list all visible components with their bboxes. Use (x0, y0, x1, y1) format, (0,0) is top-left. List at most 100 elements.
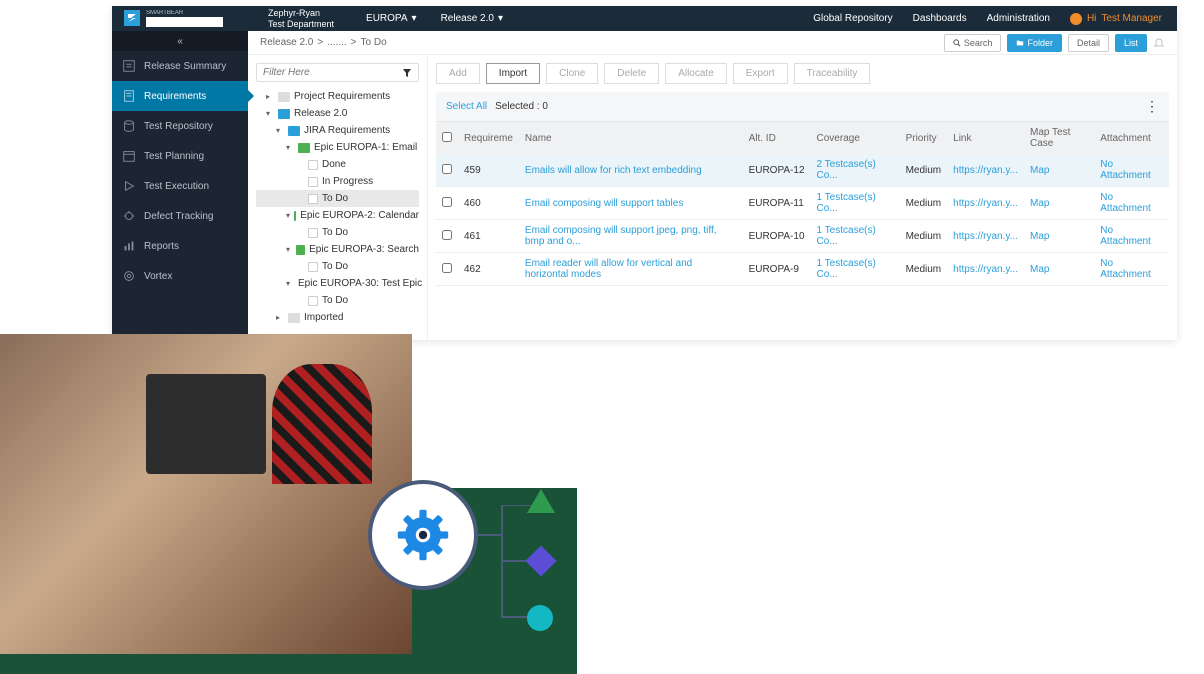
project-dropdown[interactable]: EUROPA ▾ (354, 13, 429, 24)
sidebar-item-vortex[interactable]: Vortex (112, 261, 248, 291)
brand-main: Zephyr Enterprise (146, 17, 223, 27)
cell-name[interactable]: Email composing will support tables (519, 187, 743, 220)
tree-node-project-requirements[interactable]: ▸Project Requirements (256, 88, 419, 105)
sidebar-item-label: Defect Tracking (144, 211, 213, 222)
list-button[interactable]: List (1115, 34, 1147, 52)
detail-button[interactable]: Detail (1068, 34, 1109, 52)
administration-link[interactable]: Administration (987, 13, 1050, 24)
cell-attachment[interactable]: No Attachment (1094, 253, 1169, 286)
col-name[interactable]: Name (519, 122, 743, 154)
col-attachment[interactable]: Attachment (1094, 122, 1169, 154)
col-coverage[interactable]: Coverage (811, 122, 900, 154)
cell-link[interactable]: https://ryan.y... (947, 187, 1024, 220)
cell-coverage[interactable]: 1 Testcase(s) Co... (811, 187, 900, 220)
row-checkbox[interactable] (442, 230, 452, 240)
col-priority[interactable]: Priority (900, 122, 948, 154)
tree-node-epic-30[interactable]: ▾Epic EUROPA-30: Test Epic (256, 275, 419, 292)
add-button[interactable]: Add (436, 63, 480, 84)
dashboards-link[interactable]: Dashboards (913, 13, 967, 24)
header: SMARTBEAR Zephyr Enterprise Zephyr-Ryan … (112, 6, 1177, 31)
table-row[interactable]: 462 Email reader will allow for vertical… (436, 253, 1169, 286)
user-menu[interactable]: Hi Test Manager (1070, 13, 1162, 25)
sidebar-item-release-summary[interactable]: Release Summary (112, 51, 248, 81)
col-requirement[interactable]: Requireme (458, 122, 519, 154)
tree-node-done[interactable]: Done (256, 156, 419, 173)
allocate-button[interactable]: Allocate (665, 63, 727, 84)
row-checkbox[interactable] (442, 164, 452, 174)
filter-input[interactable] (256, 63, 419, 82)
sidebar-collapse[interactable]: « (112, 31, 248, 51)
cell-link[interactable]: https://ryan.y... (947, 154, 1024, 187)
cell-priority: Medium (900, 154, 948, 187)
cell-coverage[interactable]: 1 Testcase(s) Co... (811, 253, 900, 286)
sidebar-item-test-execution[interactable]: Test Execution (112, 171, 248, 201)
more-icon[interactable]: ⋮ (1145, 98, 1159, 115)
cell-attachment[interactable]: No Attachment (1094, 220, 1169, 253)
col-link[interactable]: Link (947, 122, 1024, 154)
folder-button[interactable]: Folder (1007, 34, 1062, 52)
tree-node-to-do[interactable]: To Do (256, 224, 419, 241)
sidebar-item-defect-tracking[interactable]: Defect Tracking (112, 201, 248, 231)
table-row[interactable]: 459 Emails will allow for rich text embe… (436, 154, 1169, 187)
search-button[interactable]: Search (944, 34, 1002, 52)
col-alt-id[interactable]: Alt. ID (743, 122, 811, 154)
cell-id: 460 (458, 187, 519, 220)
cell-map[interactable]: Map (1024, 154, 1094, 187)
select-all-checkbox[interactable] (442, 132, 452, 142)
bell-icon[interactable] (1153, 37, 1165, 49)
sidebar-item-label: Requirements (144, 91, 206, 102)
col-map[interactable]: Map Test Case (1024, 122, 1094, 154)
tree-node-imported[interactable]: ▸Imported (256, 309, 419, 326)
department: Zephyr-Ryan Test Department (248, 8, 354, 30)
cell-attachment[interactable]: No Attachment (1094, 187, 1169, 220)
release-dropdown[interactable]: Release 2.0 ▾ (429, 13, 515, 24)
cell-alt: EUROPA-10 (743, 220, 811, 253)
cell-link[interactable]: https://ryan.y... (947, 253, 1024, 286)
sidebar-item-reports[interactable]: Reports (112, 231, 248, 261)
tree-node-epic-1[interactable]: ▾Epic EUROPA-1: Email (256, 139, 419, 156)
tree-node-epic-2[interactable]: ▾Epic EUROPA-2: Calendar (256, 207, 419, 224)
delete-button[interactable]: Delete (604, 63, 659, 84)
connector-lines (478, 505, 566, 625)
filter-icon (402, 68, 412, 78)
tree-node-release[interactable]: ▾Release 2.0 (256, 105, 419, 122)
cell-map[interactable]: Map (1024, 187, 1094, 220)
cell-map[interactable]: Map (1024, 220, 1094, 253)
select-all-link[interactable]: Select All (446, 101, 487, 112)
cell-coverage[interactable]: 2 Testcase(s) Co... (811, 154, 900, 187)
sidebar-item-test-repository[interactable]: Test Repository (112, 111, 248, 141)
gear-badge (368, 480, 478, 590)
cell-name[interactable]: Email reader will allow for vertical and… (519, 253, 743, 286)
tree-node-to-do[interactable]: To Do (256, 258, 419, 275)
cell-coverage[interactable]: 1 Testcase(s) Co... (811, 220, 900, 253)
breadcrumb-item[interactable]: Release 2.0 (260, 37, 313, 48)
user-avatar-icon (1070, 13, 1082, 25)
cell-link[interactable]: https://ryan.y... (947, 220, 1024, 253)
cell-attachment[interactable]: No Attachment (1094, 154, 1169, 187)
cell-name[interactable]: Email composing will support jpeg, png, … (519, 220, 743, 253)
global-repository-link[interactable]: Global Repository (813, 13, 892, 24)
breadcrumb-item[interactable]: ....... (327, 37, 346, 48)
traceability-button[interactable]: Traceability (794, 63, 871, 84)
sidebar: « Release Summary Requirements Test Repo… (112, 31, 248, 340)
sidebar-item-test-planning[interactable]: Test Planning (112, 141, 248, 171)
tree-node-epic-3[interactable]: ▾Epic EUROPA-3: Search (256, 241, 419, 258)
import-button[interactable]: Import (486, 63, 540, 84)
logo[interactable]: SMARTBEAR Zephyr Enterprise (112, 10, 248, 26)
row-checkbox[interactable] (442, 197, 452, 207)
export-button[interactable]: Export (733, 63, 788, 84)
tree-node-in-progress[interactable]: In Progress (256, 173, 419, 190)
sidebar-item-requirements[interactable]: Requirements (112, 81, 248, 111)
tree-panel: ▸Project Requirements ▾Release 2.0 ▾JIRA… (248, 55, 428, 340)
table-row[interactable]: 460 Email composing will support tables … (436, 187, 1169, 220)
cell-map[interactable]: Map (1024, 253, 1094, 286)
filter-field[interactable] (263, 67, 402, 78)
tree-node-jira-requirements[interactable]: ▾JIRA Requirements (256, 122, 419, 139)
clone-button[interactable]: Clone (546, 63, 598, 84)
row-checkbox[interactable] (442, 263, 452, 273)
tree-node-to-do[interactable]: To Do (256, 292, 419, 309)
main: Release 2.0 > ....... > To Do Search Fol… (248, 31, 1177, 340)
table-row[interactable]: 461 Email composing will support jpeg, p… (436, 220, 1169, 253)
tree-node-to-do[interactable]: To Do (256, 190, 419, 207)
cell-name[interactable]: Emails will allow for rich text embeddin… (519, 154, 743, 187)
